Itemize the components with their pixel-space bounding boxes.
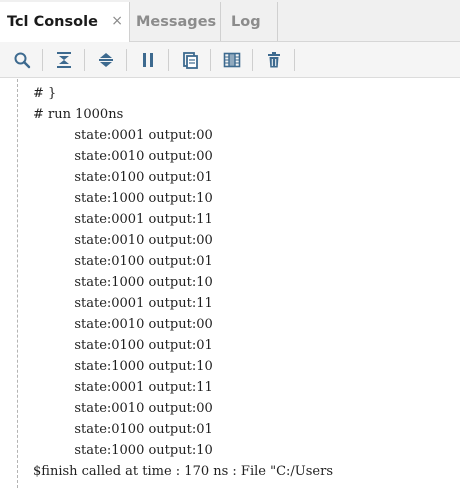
console-line: state:0010 output:00 (33, 233, 213, 248)
expand-all-icon (99, 53, 113, 67)
console-output[interactable]: # } # run 1000ns state:0001 output:00 sta… (0, 79, 460, 488)
delete-button[interactable] (262, 48, 286, 72)
console-line: state:0100 output:01 (33, 338, 213, 353)
collapse-all-icon (57, 52, 71, 68)
tab-log[interactable]: Log (222, 2, 278, 41)
tab-bar: Tcl Console × Messages Log (0, 0, 460, 42)
pause-icon (143, 53, 153, 67)
tab-tcl-console[interactable]: Tcl Console × (0, 2, 130, 42)
console-line: state:0010 output:00 (33, 401, 213, 416)
close-icon[interactable]: × (111, 13, 123, 29)
toolbar-separator (168, 49, 169, 71)
console-line: state:0010 output:00 (33, 317, 213, 332)
toolbar-separator (294, 49, 295, 71)
copy-button[interactable] (178, 48, 202, 72)
console-line: state:0001 output:11 (33, 296, 213, 311)
console-line: state:1000 output:10 (33, 191, 213, 206)
toolbar-separator (252, 49, 253, 71)
console-line: state:0100 output:01 (33, 254, 213, 269)
console-gutter (17, 79, 18, 488)
toolbar-separator (42, 49, 43, 71)
pause-button[interactable] (136, 48, 160, 72)
search-icon (14, 52, 31, 69)
tab-label: Tcl Console (7, 14, 98, 30)
console-toolbar (0, 42, 460, 78)
search-button[interactable] (10, 48, 34, 72)
console-line: state:0001 output:11 (33, 212, 213, 227)
console-line: state:1000 output:10 (33, 359, 213, 374)
console-line: state:0001 output:11 (33, 380, 213, 395)
columns-button[interactable] (220, 48, 244, 72)
copy-icon (183, 52, 198, 69)
delete-icon (268, 52, 280, 68)
toolbar-separator (210, 49, 211, 71)
console-line: state:0100 output:01 (33, 422, 213, 437)
console-line: state:1000 output:10 (33, 443, 213, 458)
collapse-all-button[interactable] (52, 48, 76, 72)
console-line: state:1000 output:10 (33, 275, 213, 290)
console-line: state:0100 output:01 (33, 170, 213, 185)
console-line: $finish called at time : 170 ns : File "… (33, 464, 333, 479)
toolbar-separator (126, 49, 127, 71)
columns-icon (223, 52, 241, 68)
tab-label: Log (231, 13, 261, 30)
toolbar-separator (84, 49, 85, 71)
expand-all-button[interactable] (94, 48, 118, 72)
console-line: state:0010 output:00 (33, 149, 213, 164)
tab-messages[interactable]: Messages (131, 2, 221, 41)
console-line: # run 1000ns (33, 107, 124, 122)
tab-label: Messages (136, 13, 217, 30)
console-line: state:0001 output:00 (33, 128, 213, 143)
console-line: # } (33, 86, 57, 101)
